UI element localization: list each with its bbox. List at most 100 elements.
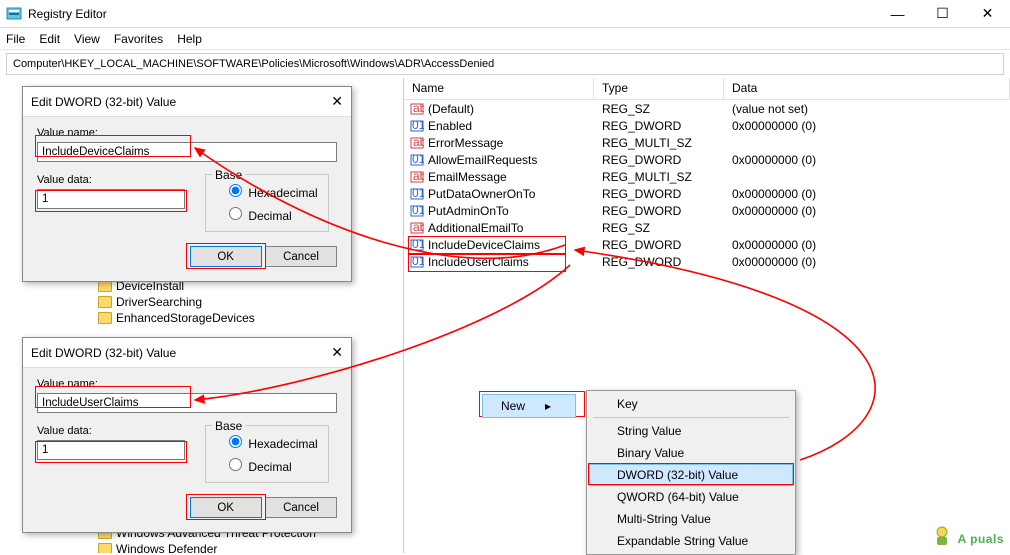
window-title: Registry Editor [28,7,875,21]
svg-text:011: 011 [412,187,424,200]
chevron-right-icon: ▸ [545,399,551,413]
list-header: Name Type Data [404,78,1010,100]
row-type: REG_DWORD [594,255,724,269]
value-name-label: Value name: [37,127,337,139]
minimize-button[interactable]: — [875,0,920,27]
svg-text:011: 011 [412,153,424,166]
col-type-header[interactable]: Type [594,78,724,99]
svg-text:ab: ab [413,102,424,115]
close-icon[interactable]: ✕ [331,344,343,361]
list-pane[interactable]: Name Type Data ab (Default) REG_SZ (value n… [404,78,1010,553]
value-name-input[interactable] [37,142,337,162]
menu-view[interactable]: View [74,32,100,46]
value-data-input[interactable] [37,189,185,209]
base-label: Base [212,168,245,182]
row-type: REG_DWORD [594,238,724,252]
ok-button[interactable]: OK [190,497,262,518]
row-type: REG_DWORD [594,153,724,167]
menu-item-dword[interactable]: DWORD (32-bit) Value [589,464,793,486]
radio-dec[interactable]: Decimal [224,455,320,474]
value-data-input[interactable] [37,440,185,460]
svg-text:011: 011 [412,204,424,217]
radio-hex[interactable]: Hexadecimal [224,181,320,200]
maximize-button[interactable]: ☐ [920,0,965,27]
list-row[interactable]: 011 IncludeUserClaims REG_DWORD0x00000000 … [404,253,1010,270]
menu-separator [593,417,789,418]
folder-icon [98,296,112,308]
svg-text:ab: ab [413,170,424,183]
ok-button[interactable]: OK [190,246,262,267]
menu-item-key[interactable]: Key [589,393,793,415]
row-type: REG_SZ [594,221,724,235]
row-name: PutAdminOnTo [428,204,509,218]
svg-text:ab: ab [413,136,424,149]
menu-item-binary[interactable]: Binary Value [589,442,793,464]
menu-item-multistring[interactable]: Multi-String Value [589,508,793,530]
row-type: REG_DWORD [594,187,724,201]
value-name-input[interactable] [37,393,337,413]
row-data: 0x00000000 (0) [724,187,1010,201]
folder-icon [98,543,112,553]
list-row[interactable]: ab(Default)REG_SZ(value not set) [404,100,1010,117]
row-data: (value not set) [724,102,1010,116]
string-icon: ab [410,102,424,116]
row-data: 0x00000000 (0) [724,255,1010,269]
menu-favorites[interactable]: Favorites [114,32,163,46]
row-type: REG_MULTI_SZ [594,136,724,150]
menu-item-qword[interactable]: QWORD (64-bit) Value [589,486,793,508]
svg-text:ab: ab [413,221,424,234]
binary-icon: 011 [410,204,424,218]
menu-item-string[interactable]: String Value [589,420,793,442]
row-name: IncludeUserClaims [428,255,529,269]
binary-icon: 011 [410,238,424,252]
string-icon: ab [410,221,424,235]
list-row[interactable]: 011PutAdminOnToREG_DWORD0x00000000 (0) [404,202,1010,219]
tree-item[interactable]: EnhancedStorageDevices [98,310,255,326]
menu-help[interactable]: Help [177,32,202,46]
dialog-title: Edit DWORD (32-bit) Value [31,346,176,360]
binary-icon: 011 [410,255,424,269]
row-name: PutDataOwnerOnTo [428,187,535,201]
base-label: Base [212,419,245,433]
row-data: 0x00000000 (0) [724,153,1010,167]
row-type: REG_DWORD [594,119,724,133]
close-icon[interactable]: ✕ [331,93,343,110]
menu-item-expandable[interactable]: Expandable String Value [589,530,793,552]
row-name: AdditionalEmailTo [428,221,523,235]
row-data: 0x00000000 (0) [724,119,1010,133]
col-data-header[interactable]: Data [724,78,1010,99]
row-name: ErrorMessage [428,136,503,150]
list-row[interactable]: ab AdditionalEmailTo REG_SZ [404,219,1010,236]
menu-edit[interactable]: Edit [39,32,60,46]
cancel-button[interactable]: Cancel [265,497,337,518]
close-button[interactable]: ✕ [965,0,1010,27]
tree-item[interactable]: Windows Defender [98,541,316,553]
list-row[interactable]: 011IncludeDeviceClaimsREG_DWORD0x0000000… [404,236,1010,253]
address-bar[interactable]: Computer\HKEY_LOCAL_MACHINE\SOFTWARE\Pol… [6,53,1004,75]
svg-text:011: 011 [412,119,424,132]
app-icon [6,6,22,22]
binary-icon: 011 [410,153,424,167]
radio-hex[interactable]: Hexadecimal [224,432,320,451]
context-submenu: Key String Value Binary Value DWORD (32-… [586,390,796,555]
title-bar: Registry Editor — ☐ ✕ [0,0,1010,28]
radio-dec[interactable]: Decimal [224,204,320,223]
tree-item[interactable]: DriverSearching [98,294,255,310]
list-row[interactable]: ab ErrorMessage REG_MULTI_SZ [404,134,1010,151]
context-new-label: New [501,399,525,413]
list-row[interactable]: 011EnabledREG_DWORD0x00000000 (0) [404,117,1010,134]
menu-bar: File Edit View Favorites Help [0,28,1010,50]
list-row[interactable]: 011AllowEmailRequestsREG_DWORD0x00000000… [404,151,1010,168]
cancel-button[interactable]: Cancel [265,246,337,267]
list-row[interactable]: abEmailMessageREG_MULTI_SZ [404,168,1010,185]
value-name-label: Value name: [37,378,337,390]
menu-file[interactable]: File [6,32,25,46]
svg-text:011: 011 [412,255,424,268]
row-name: EmailMessage [428,170,507,184]
col-name-header[interactable]: Name [404,78,594,99]
row-data: 0x00000000 (0) [724,238,1010,252]
list-row[interactable]: 011 PutDataOwnerOnTo REG_DWORD0x00000000 (… [404,185,1010,202]
context-new[interactable]: New ▸ [482,394,576,418]
row-name: (Default) [428,102,474,116]
watermark: A puals [931,525,1004,547]
